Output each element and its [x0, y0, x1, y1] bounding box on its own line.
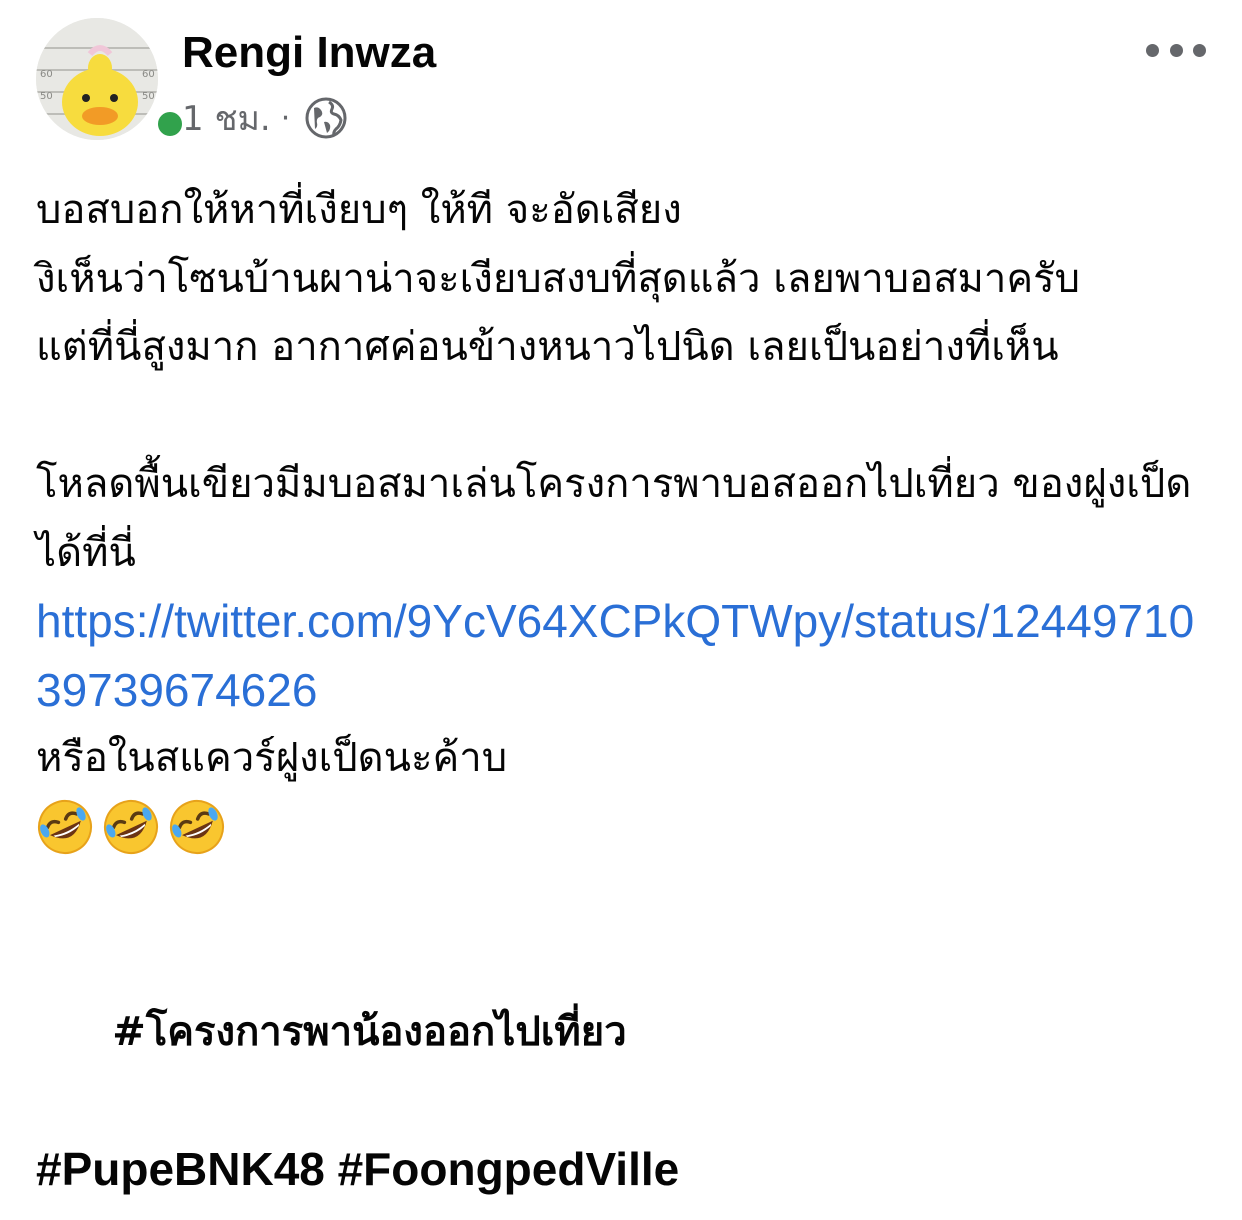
rolling-on-floor-laughing-icon	[170, 799, 224, 854]
meta-separator: ·	[280, 100, 291, 136]
more-horizontal-icon-dot	[1169, 43, 1183, 57]
hashtag-pupebnk48[interactable]: #PupeBNK48	[36, 1143, 325, 1195]
post-header: 60 50 60 50 Rengi Inwza 1 ชม. ·	[36, 18, 1206, 148]
hashtag-line: #PupeBNK48 #FoongpedVille	[36, 1135, 1206, 1207]
avatar-duck-image: 60 50 60 50	[36, 18, 158, 140]
svg-text:60: 60	[142, 69, 155, 80]
post-text-line: งิเห็นว่าโซนบ้านผาน่าจะเงียบสงบที่สุดแล้…	[36, 255, 1080, 302]
emoji-row	[36, 793, 1206, 862]
post-content: บอสบอกให้หาที่เงียบๆ ให้ที จะอัดเสียง งิ…	[36, 176, 1206, 1207]
more-horizontal-icon-dot	[1193, 43, 1206, 57]
post-time[interactable]: 1 ชม.	[182, 91, 271, 145]
rolling-on-floor-laughing-icon	[38, 799, 92, 854]
hashtag-foongpedville[interactable]: #FoongpedVille	[338, 1143, 680, 1195]
facebook-post: 60 50 60 50 Rengi Inwza 1 ชม. · บอสบอกให…	[0, 0, 1242, 1220]
svg-text:60: 60	[40, 69, 53, 80]
post-text-line: โหลดพื้นเขียวมีมบอสมาเล่นโครงการพาบอสออก…	[36, 461, 1192, 576]
globe-icon	[305, 97, 347, 139]
more-horizontal-icon-dot	[1146, 43, 1159, 57]
hashtag-thai[interactable]: #โครงการพาน้องออกไปเที่ยว	[112, 1009, 626, 1055]
svg-text:50: 50	[40, 91, 53, 102]
twitter-link[interactable]: https://twitter.com/9YcV64XCPkQTWpy/stat…	[36, 587, 1206, 724]
hashtag-line: #โครงการพาน้องออกไปเที่ยว	[36, 930, 1206, 1136]
svg-text:50: 50	[142, 91, 155, 102]
rolling-on-floor-laughing-icon	[104, 799, 158, 854]
post-text-line: บอสบอกให้หาที่เงียบๆ ให้ที จะอัดเสียง	[36, 187, 682, 233]
post-text-line: หรือในสแควร์ฝูงเป็ดนะค้าบ	[36, 735, 508, 781]
post-meta: 1 ชม. ·	[182, 96, 348, 140]
avatar[interactable]: 60 50 60 50	[36, 18, 158, 140]
more-options-button[interactable]	[1146, 32, 1206, 68]
author-name[interactable]: Rengi Inwza	[182, 26, 436, 80]
post-text-line: แต่ที่นี่สูงมาก อากาศค่อนข้างหนาวไปนิด เ…	[36, 324, 1059, 370]
